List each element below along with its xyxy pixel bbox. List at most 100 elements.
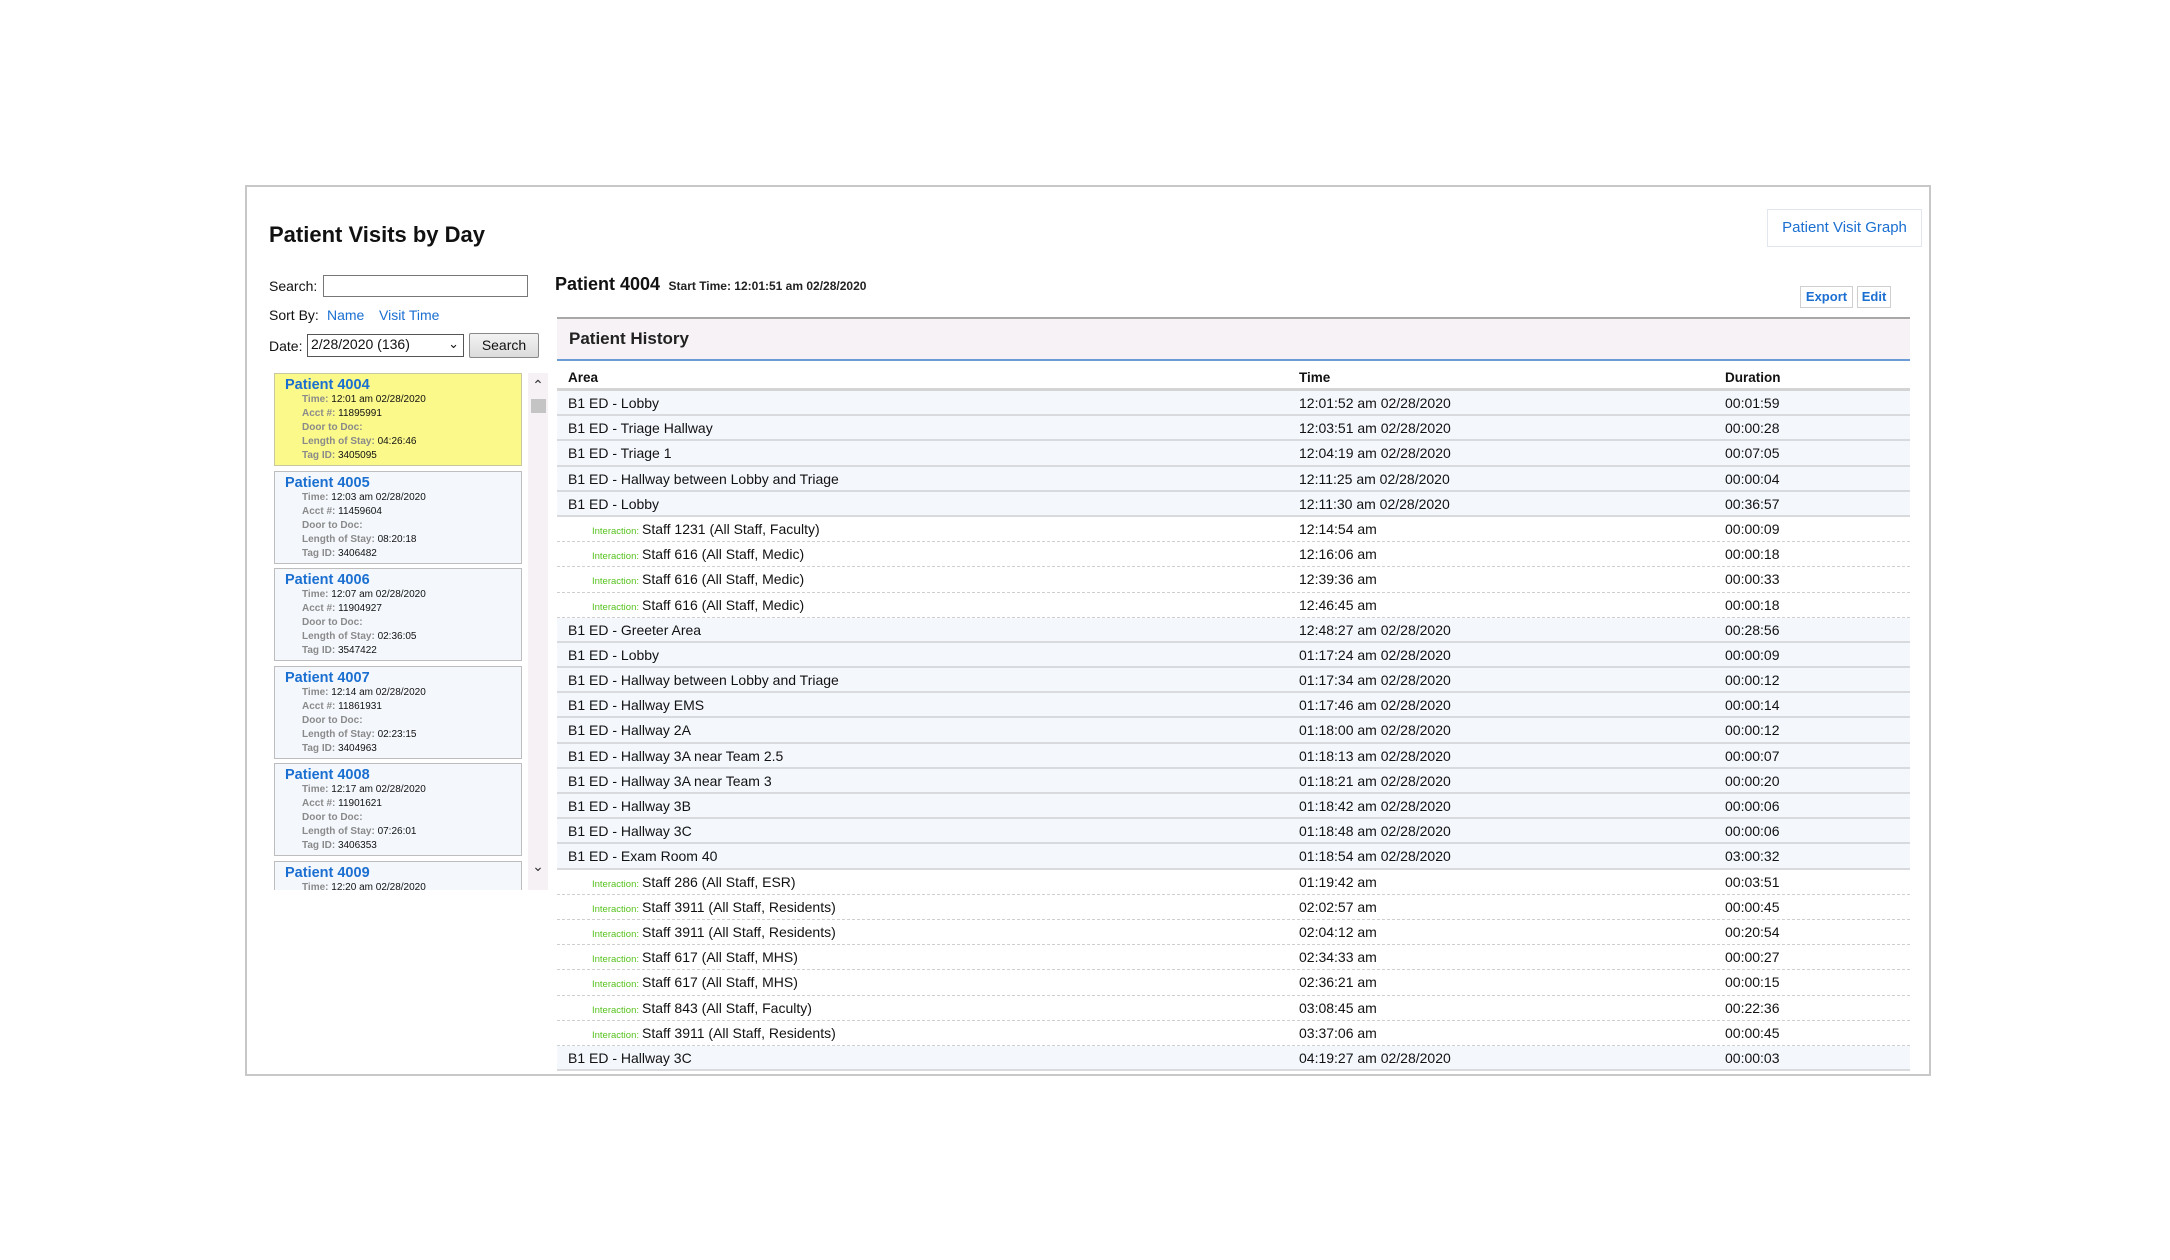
table-row-interaction[interactable]: Interaction: Staff 3911 (All Staff, Resid… — [557, 894, 1910, 920]
patient-card[interactable]: Patient 4006 Time: 12:07 am 02/28/2020 Acc… — [274, 568, 522, 661]
table-row-interaction[interactable]: Interaction: Staff 616 (All Staff, Medic)… — [557, 542, 1910, 568]
field-label: Length of Stay: — [302, 631, 375, 642]
cell-duration: 00:00:07 — [1725, 747, 1780, 764]
table-row-area[interactable]: B1 ED - Greeter Area 12:48:27 am 02/28/20… — [557, 617, 1910, 643]
table-row-area[interactable]: B1 ED - Hallway 3C 04:19:27 am 02/28/2020… — [557, 1045, 1910, 1072]
patient-card-name[interactable]: Patient 4005 — [285, 475, 521, 491]
edit-button[interactable]: Edit — [1857, 286, 1891, 308]
interaction-label: Interaction: — [592, 1029, 639, 1041]
table-row-area[interactable]: B1 ED - Hallway 3B 01:18:42 am 02/28/2020… — [557, 794, 1910, 820]
field-value: 11895991 — [338, 408, 382, 419]
table-row-interaction[interactable]: Interaction: Staff 1231 (All Staff, Facul… — [557, 516, 1910, 543]
table-row-interaction[interactable]: Interaction: Staff 843 (All Staff, Facult… — [557, 995, 1910, 1021]
patient-list: Patient 4004 Time: 12:01 am 02/28/2020 Acc… — [273, 373, 525, 890]
sort-by-name-link[interactable]: Name — [327, 307, 364, 323]
table-row-interaction[interactable]: Interaction: Staff 616 (All Staff, Medic)… — [557, 567, 1910, 593]
cell-area-text: Staff 617 (All Staff, MHS) — [642, 949, 798, 966]
cell-area: B1 ED - Hallway 3C — [568, 823, 692, 839]
patient-card[interactable]: Patient 4007 Time: 12:14 am 02/28/2020 Acc… — [274, 665, 522, 759]
cell-duration: 00:00:45 — [1725, 898, 1780, 915]
table-row-area[interactable]: B1 ED - Hallway between Lobby and Triage… — [557, 668, 1910, 694]
cell-area-text: Staff 3911 (All Staff, Residents) — [642, 898, 836, 915]
search-button[interactable]: Search — [469, 333, 539, 358]
column-header-time[interactable]: Time — [1299, 370, 1330, 385]
cell-area: Interaction: Staff 3911 (All Staff, Resid… — [592, 924, 836, 940]
cell-duration: 00:00:27 — [1725, 949, 1780, 966]
cell-duration: 00:28:56 — [1725, 621, 1780, 638]
field-label: Time: — [302, 589, 329, 600]
column-header-area[interactable]: Area — [568, 370, 598, 385]
cell-area: B1 ED - Exam Room 40 — [568, 848, 717, 864]
table-row-area[interactable]: B1 ED - Lobby 12:01:52 am 02/28/2020 00:01… — [557, 391, 1910, 417]
patient-card-name[interactable]: Patient 4007 — [285, 670, 521, 686]
table-row-area[interactable]: B1 ED - Hallway EMS 01:17:46 am 02/28/202… — [557, 693, 1910, 719]
patient-card-acct: Acct #: 11895991 — [285, 407, 521, 421]
patient-card[interactable]: Patient 4005 Time: 12:03 am 02/28/2020 Acc… — [274, 470, 522, 564]
table-row-area[interactable]: B1 ED - Triage Hallway 12:03:51 am 02/28/… — [557, 416, 1910, 442]
cell-area-text: B1 ED - Hallway 3B — [568, 798, 691, 814]
table-row-interaction[interactable]: Interaction: Staff 617 (All Staff, MHS) 02… — [557, 970, 1910, 996]
cell-time: 01:18:42 am 02/28/2020 — [1299, 798, 1451, 814]
interaction-label: Interaction: — [592, 928, 639, 940]
table-row-area[interactable]: B1 ED - Triage 1 12:04:19 am 02/28/2020 00… — [557, 441, 1910, 467]
patient-list-scrollbar[interactable]: ⌃ ⌄ — [528, 373, 548, 890]
export-button[interactable]: Export — [1800, 286, 1853, 308]
patient-history: Patient History Area Time Duration B1 ED… — [557, 317, 1910, 1072]
table-row-interaction[interactable]: Interaction: Staff 3911 (All Staff, Resid… — [557, 1020, 1910, 1046]
sort-by-visit-time-link[interactable]: Visit Time — [379, 307, 439, 323]
field-label: Acct #: — [302, 408, 336, 419]
patient-card-name[interactable]: Patient 4009 — [285, 865, 521, 881]
patient-card[interactable]: Patient 4008 Time: 12:17 am 02/28/2020 Acc… — [274, 763, 522, 856]
cell-area: B1 ED - Hallway 3A near Team 3 — [568, 773, 772, 789]
patient-card[interactable]: Patient 4009Time: 12:20 am 02/28/2020Acc… — [274, 860, 522, 890]
column-header-duration[interactable]: Duration — [1725, 370, 1781, 385]
table-row-area[interactable]: B1 ED - Hallway 2A 01:18:00 am 02/28/2020… — [557, 718, 1910, 744]
field-label: Time: — [302, 686, 329, 698]
patient-card-name[interactable]: Patient 4008 — [285, 767, 521, 783]
cell-area-text: B1 ED - Hallway 3C — [568, 1049, 692, 1066]
cell-area-text: Staff 1231 (All Staff, Faculty) — [642, 520, 820, 537]
cell-area: B1 ED - Greeter Area — [568, 622, 701, 638]
table-row-interaction[interactable]: Interaction: Staff 3911 (All Staff, Resid… — [557, 919, 1910, 946]
table-row-interaction[interactable]: Interaction: Staff 616 (All Staff, Medic)… — [557, 592, 1910, 618]
cell-duration: 00:00:20 — [1725, 772, 1780, 789]
scrollbar-thumb[interactable] — [531, 399, 546, 413]
table-row-area[interactable]: B1 ED - Hallway between Lobby and Triage… — [557, 466, 1910, 492]
patient-card-name[interactable]: Patient 4006 — [285, 572, 521, 588]
cell-area: Interaction: Staff 616 (All Staff, Medic) — [592, 571, 804, 587]
patient-card-los: Length of Stay: 08:20:18 — [285, 533, 521, 547]
field-label: Acct #: — [302, 798, 336, 809]
patient-card-acct: Acct #: 11901621 — [285, 797, 521, 811]
table-row-interaction[interactable]: Interaction: Staff 617 (All Staff, MHS) 02… — [557, 945, 1910, 971]
chevron-up-icon[interactable]: ⌃ — [528, 375, 548, 395]
table-row-area[interactable]: B1 ED - Lobby 12:11:30 am 02/28/2020 00:36… — [557, 491, 1910, 517]
cell-area: B1 ED - Hallway EMS — [568, 697, 704, 713]
cell-duration: 00:20:54 — [1725, 923, 1780, 940]
patient-card[interactable]: Patient 4004 Time: 12:01 am 02/28/2020 Acc… — [274, 373, 522, 466]
interaction-label: Interaction: — [592, 1004, 639, 1016]
cell-area-text: B1 ED - Hallway 3A near Team 2.5 — [568, 747, 784, 764]
field-value: 08:20:18 — [377, 533, 417, 545]
field-label: Tag ID: — [302, 840, 336, 851]
cell-duration: 00:00:15 — [1725, 974, 1780, 991]
table-row-area[interactable]: B1 ED - Lobby 01:17:24 am 02/28/2020 00:00… — [557, 642, 1910, 669]
interaction-label: Interaction: — [592, 601, 639, 613]
patient-visit-graph-button[interactable]: Patient Visit Graph — [1767, 209, 1922, 247]
patient-card-name[interactable]: Patient 4004 — [285, 377, 521, 393]
field-label: Length of Stay: — [302, 533, 375, 545]
field-label: Door to Doc: — [302, 422, 363, 433]
table-row-area[interactable]: B1 ED - Hallway 3C 01:18:48 am 02/28/2020… — [557, 819, 1910, 845]
field-value: 12:01 am 02/28/2020 — [331, 394, 426, 405]
patient-card-time: Time: 12:17 am 02/28/2020 — [285, 783, 521, 797]
cell-area: Interaction: Staff 1231 (All Staff, Facul… — [592, 521, 820, 537]
table-row-interaction[interactable]: Interaction: Staff 286 (All Staff, ESR) 01… — [557, 869, 1910, 895]
cell-time: 12:48:27 am 02/28/2020 — [1299, 621, 1451, 638]
table-row-area[interactable]: B1 ED - Hallway 3A near Team 2.5 01:18:13… — [557, 743, 1910, 769]
table-row-area[interactable]: B1 ED - Exam Room 40 01:18:54 am 02/28/20… — [557, 844, 1910, 870]
patient-card-tag: Tag ID: 3406353 — [285, 839, 521, 853]
date-select[interactable]: 2/28/2020 (136) ⌄ — [307, 334, 464, 357]
cell-time: 01:17:46 am 02/28/2020 — [1299, 697, 1451, 714]
search-input[interactable] — [323, 275, 528, 297]
table-row-area[interactable]: B1 ED - Hallway 3A near Team 3 01:18:21 a… — [557, 768, 1910, 794]
chevron-down-icon[interactable]: ⌄ — [528, 856, 548, 876]
